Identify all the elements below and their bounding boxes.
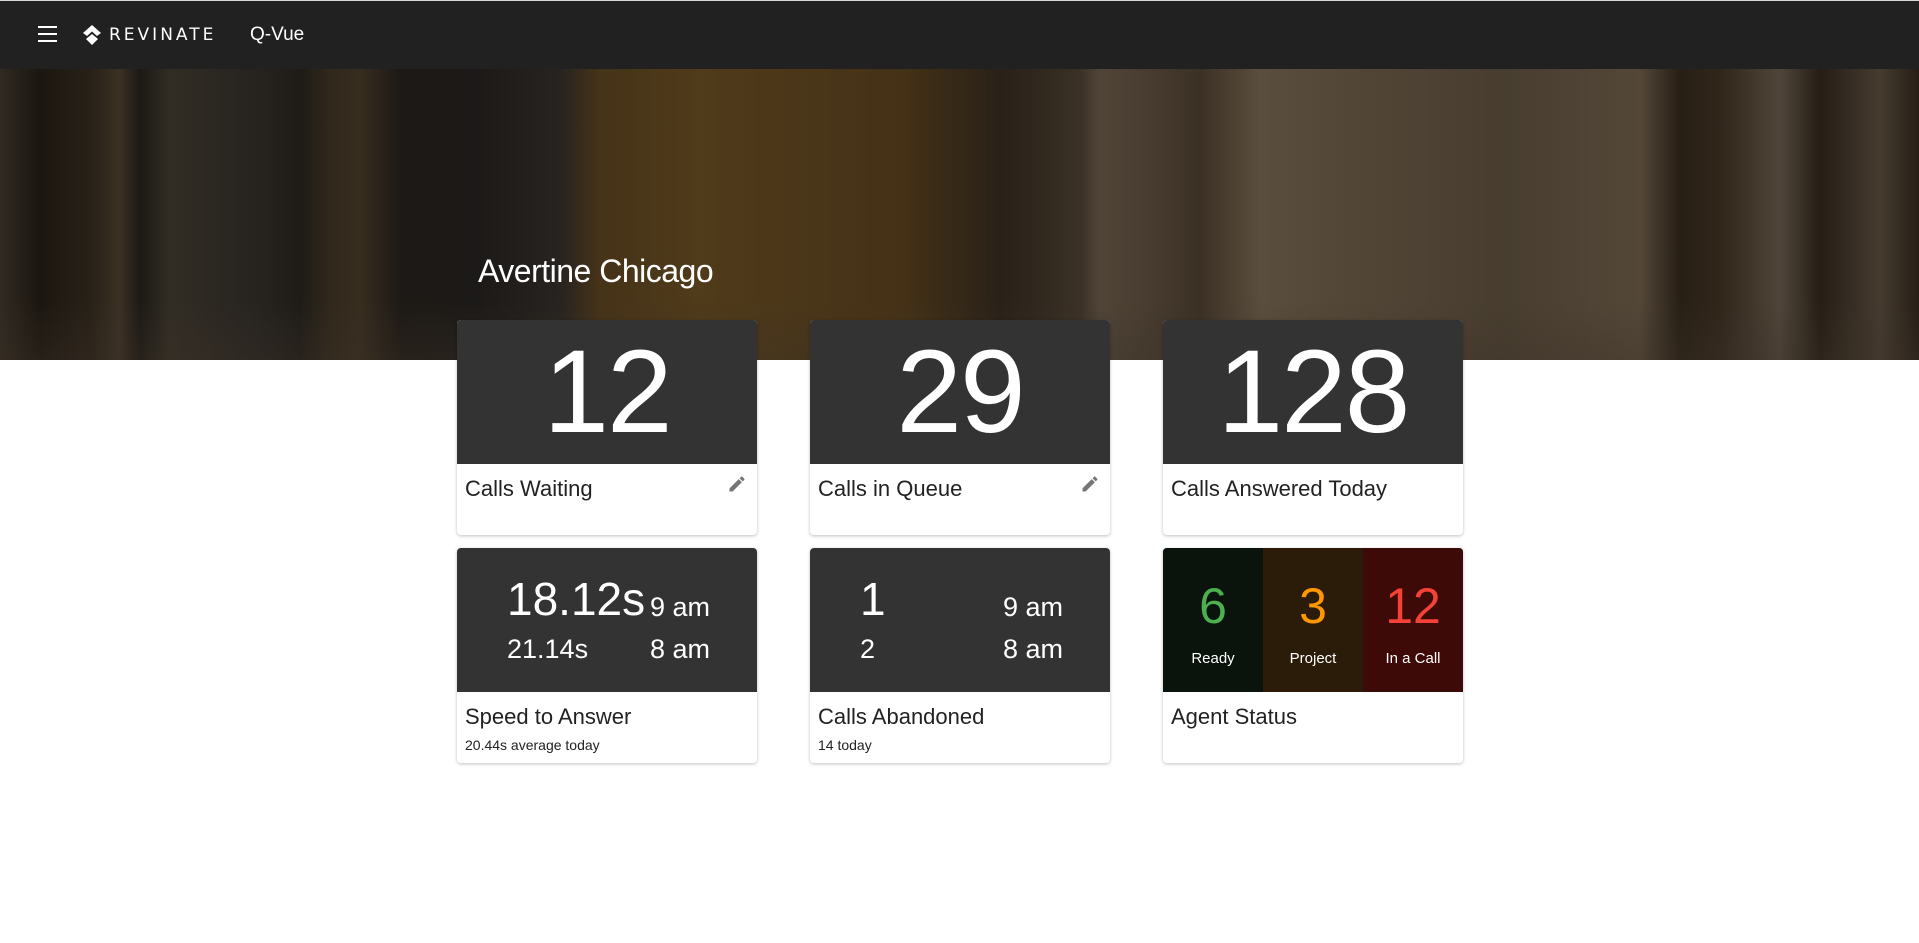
calls-in-queue-card: 29 Calls in Queue bbox=[810, 320, 1110, 535]
revinate-logo-icon bbox=[83, 25, 101, 45]
calls-answered-value: 128 bbox=[1217, 326, 1411, 458]
calls-answered-title: Calls Answered Today bbox=[1171, 476, 1388, 501]
speed-previous-value: 21.14s bbox=[507, 634, 589, 664]
pencil-icon[interactable] bbox=[727, 474, 747, 494]
property-hero-banner: Avertine Chicago bbox=[0, 69, 1919, 360]
agent-ready-label: Ready bbox=[1191, 650, 1235, 667]
brand-name: REVINATE bbox=[109, 25, 217, 45]
calls-abandoned-card: 1 9 am 2 8 am Calls Abandoned 14 today bbox=[810, 548, 1110, 763]
agent-status-ready: 6 Ready bbox=[1163, 548, 1263, 692]
calls-abandoned-title: Calls Abandoned bbox=[818, 704, 985, 729]
agent-status-title: Agent Status bbox=[1171, 704, 1297, 729]
app-name: Q-Vue bbox=[250, 24, 305, 45]
calls-abandoned-today: 14 today bbox=[818, 737, 872, 753]
property-name: Avertine Chicago bbox=[478, 253, 714, 289]
agent-project-count: 3 bbox=[1299, 578, 1327, 634]
calls-waiting-title: Calls Waiting bbox=[465, 476, 593, 501]
abandoned-current-value: 1 bbox=[860, 573, 886, 625]
speed-current-value: 18.12s bbox=[507, 573, 646, 625]
agent-status-in-call: 12 In a Call bbox=[1363, 548, 1463, 692]
speed-to-answer-card: 18.12s 9 am 21.14s 8 am Speed to Answer … bbox=[457, 548, 757, 763]
calls-in-queue-title: Calls in Queue bbox=[818, 476, 963, 501]
calls-waiting-value: 12 bbox=[543, 326, 672, 458]
speed-to-answer-title: Speed to Answer bbox=[465, 704, 632, 729]
abandoned-previous-value: 2 bbox=[860, 634, 876, 664]
agent-in-call-label: In a Call bbox=[1385, 650, 1441, 667]
top-app-bar: REVINATE Q-Vue bbox=[0, 1, 1919, 69]
pencil-icon[interactable] bbox=[1080, 474, 1100, 494]
agent-project-label: Project bbox=[1289, 650, 1337, 667]
calls-answered-card: 128 Calls Answered Today bbox=[1163, 320, 1463, 535]
speed-to-answer-average: 20.44s average today bbox=[465, 737, 600, 753]
abandoned-current-hour: 9 am bbox=[1003, 592, 1064, 622]
hamburger-menu-icon[interactable] bbox=[38, 26, 57, 42]
abandoned-previous-hour: 8 am bbox=[1003, 634, 1064, 664]
agent-ready-count: 6 bbox=[1199, 578, 1227, 634]
agent-in-call-count: 12 bbox=[1385, 578, 1441, 634]
calls-in-queue-value: 29 bbox=[896, 326, 1025, 458]
agent-status-project: 3 Project bbox=[1263, 548, 1363, 692]
speed-current-hour: 9 am bbox=[650, 592, 711, 622]
brand-logo[interactable]: REVINATE bbox=[83, 25, 216, 45]
agent-status-card: 6 Ready 3 Project 12 In a Call Agent Sta… bbox=[1163, 548, 1463, 763]
speed-previous-hour: 8 am bbox=[650, 634, 711, 664]
calls-waiting-card: 12 Calls Waiting bbox=[457, 320, 757, 535]
